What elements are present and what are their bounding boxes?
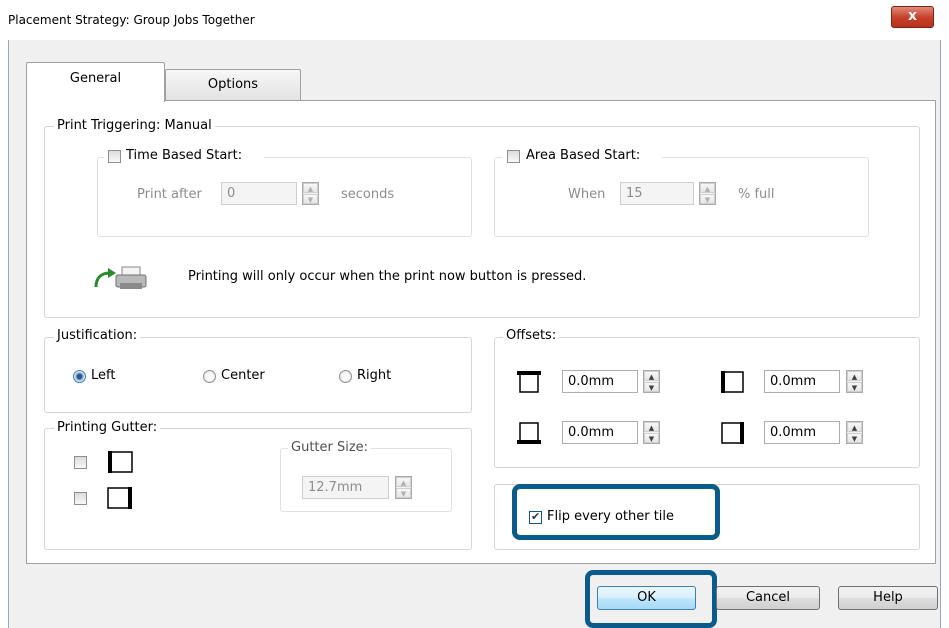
spin-up-icon[interactable]: ▲: [847, 422, 862, 432]
ok-button[interactable]: OK: [597, 586, 696, 610]
offset-left-icon: [720, 370, 746, 393]
offset-bottom-spinner[interactable]: ▲ ▼: [643, 421, 660, 444]
justification-left-radio[interactable]: [73, 370, 86, 383]
spin-down-icon[interactable]: ▼: [644, 433, 659, 443]
gutter-size-input[interactable]: 12.7mm: [302, 476, 389, 499]
justification-right-radio[interactable]: [339, 370, 352, 383]
area-percent-spinner[interactable]: ▲ ▼: [699, 182, 716, 205]
print-triggering-label: Print Triggering: Manual: [54, 118, 215, 133]
offset-top-input[interactable]: 0.0mm: [562, 370, 638, 393]
spin-up-icon[interactable]: ▲: [303, 183, 318, 193]
time-based-checkbox[interactable]: [108, 150, 121, 163]
spin-down-icon[interactable]: ▼: [396, 488, 411, 498]
time-based-label: Time Based Start:: [126, 148, 243, 163]
spin-up-icon[interactable]: ▲: [644, 371, 659, 381]
tab-general[interactable]: General: [26, 62, 165, 102]
flip-label[interactable]: Flip every other tile: [547, 509, 674, 524]
offset-left-spinner[interactable]: ▲ ▼: [846, 370, 863, 393]
spin-down-icon[interactable]: ▼: [847, 382, 862, 392]
spin-up-icon[interactable]: ▲: [847, 371, 862, 381]
spin-up-icon[interactable]: ▲: [644, 422, 659, 432]
offset-right-input[interactable]: 0.0mm: [764, 421, 840, 444]
offset-top-spinner[interactable]: ▲ ▼: [643, 370, 660, 393]
cancel-button[interactable]: Cancel: [716, 586, 820, 610]
gutter-size-label: Gutter Size:: [288, 440, 372, 455]
gutter-left-checkbox[interactable]: [74, 456, 87, 469]
gutter-left-icon: [106, 450, 134, 474]
spin-down-icon[interactable]: ▼: [700, 194, 715, 204]
gutter-size-spinner[interactable]: ▲ ▼: [395, 476, 412, 499]
spin-down-icon[interactable]: ▼: [303, 194, 318, 204]
tab-options[interactable]: Options: [165, 69, 301, 100]
offset-top-icon: [516, 370, 542, 393]
offset-bottom-input[interactable]: 0.0mm: [562, 421, 638, 444]
print-trigger-message: Printing will only occur when the print …: [188, 269, 587, 284]
spin-down-icon[interactable]: ▼: [847, 433, 862, 443]
offset-left-input[interactable]: 0.0mm: [764, 370, 840, 393]
print-after-label: Print after: [137, 187, 202, 202]
printing-gutter-label: Printing Gutter:: [54, 420, 161, 435]
gutter-right-icon: [106, 486, 134, 510]
close-button[interactable]: x: [891, 6, 934, 28]
offsets-label: Offsets:: [503, 328, 560, 343]
offset-bottom-icon: [516, 421, 542, 444]
spin-up-icon[interactable]: ▲: [700, 183, 715, 193]
spin-up-icon[interactable]: ▲: [396, 477, 411, 487]
print-after-input[interactable]: 0: [221, 182, 297, 205]
gutter-right-checkbox[interactable]: [74, 492, 87, 505]
window-title: Placement Strategy: Group Jobs Together: [8, 13, 255, 27]
offset-right-spinner[interactable]: ▲ ▼: [846, 421, 863, 444]
seconds-label: seconds: [341, 187, 395, 202]
justification-left-label[interactable]: Left: [91, 368, 115, 383]
area-percent-input[interactable]: 15: [620, 182, 694, 205]
offsets-group: [494, 337, 920, 468]
title-bar: Placement Strategy: Group Jobs Together …: [0, 0, 949, 40]
print-after-spinner[interactable]: ▲ ▼: [302, 182, 319, 205]
offset-right-icon: [720, 421, 746, 444]
help-button[interactable]: Help: [838, 586, 938, 610]
percent-full-label: % full: [738, 187, 775, 202]
when-label: When: [568, 187, 606, 202]
area-based-checkbox[interactable]: [507, 150, 520, 163]
justification-label: Justification:: [54, 328, 141, 343]
justification-right-label[interactable]: Right: [357, 368, 391, 383]
spin-down-icon[interactable]: ▼: [644, 382, 659, 392]
print-trigger-icon: [92, 263, 152, 293]
flip-checkbox[interactable]: [529, 510, 542, 524]
justification-center-label[interactable]: Center: [221, 368, 265, 383]
area-based-label: Area Based Start:: [526, 148, 641, 163]
justification-center-radio[interactable]: [203, 370, 216, 383]
